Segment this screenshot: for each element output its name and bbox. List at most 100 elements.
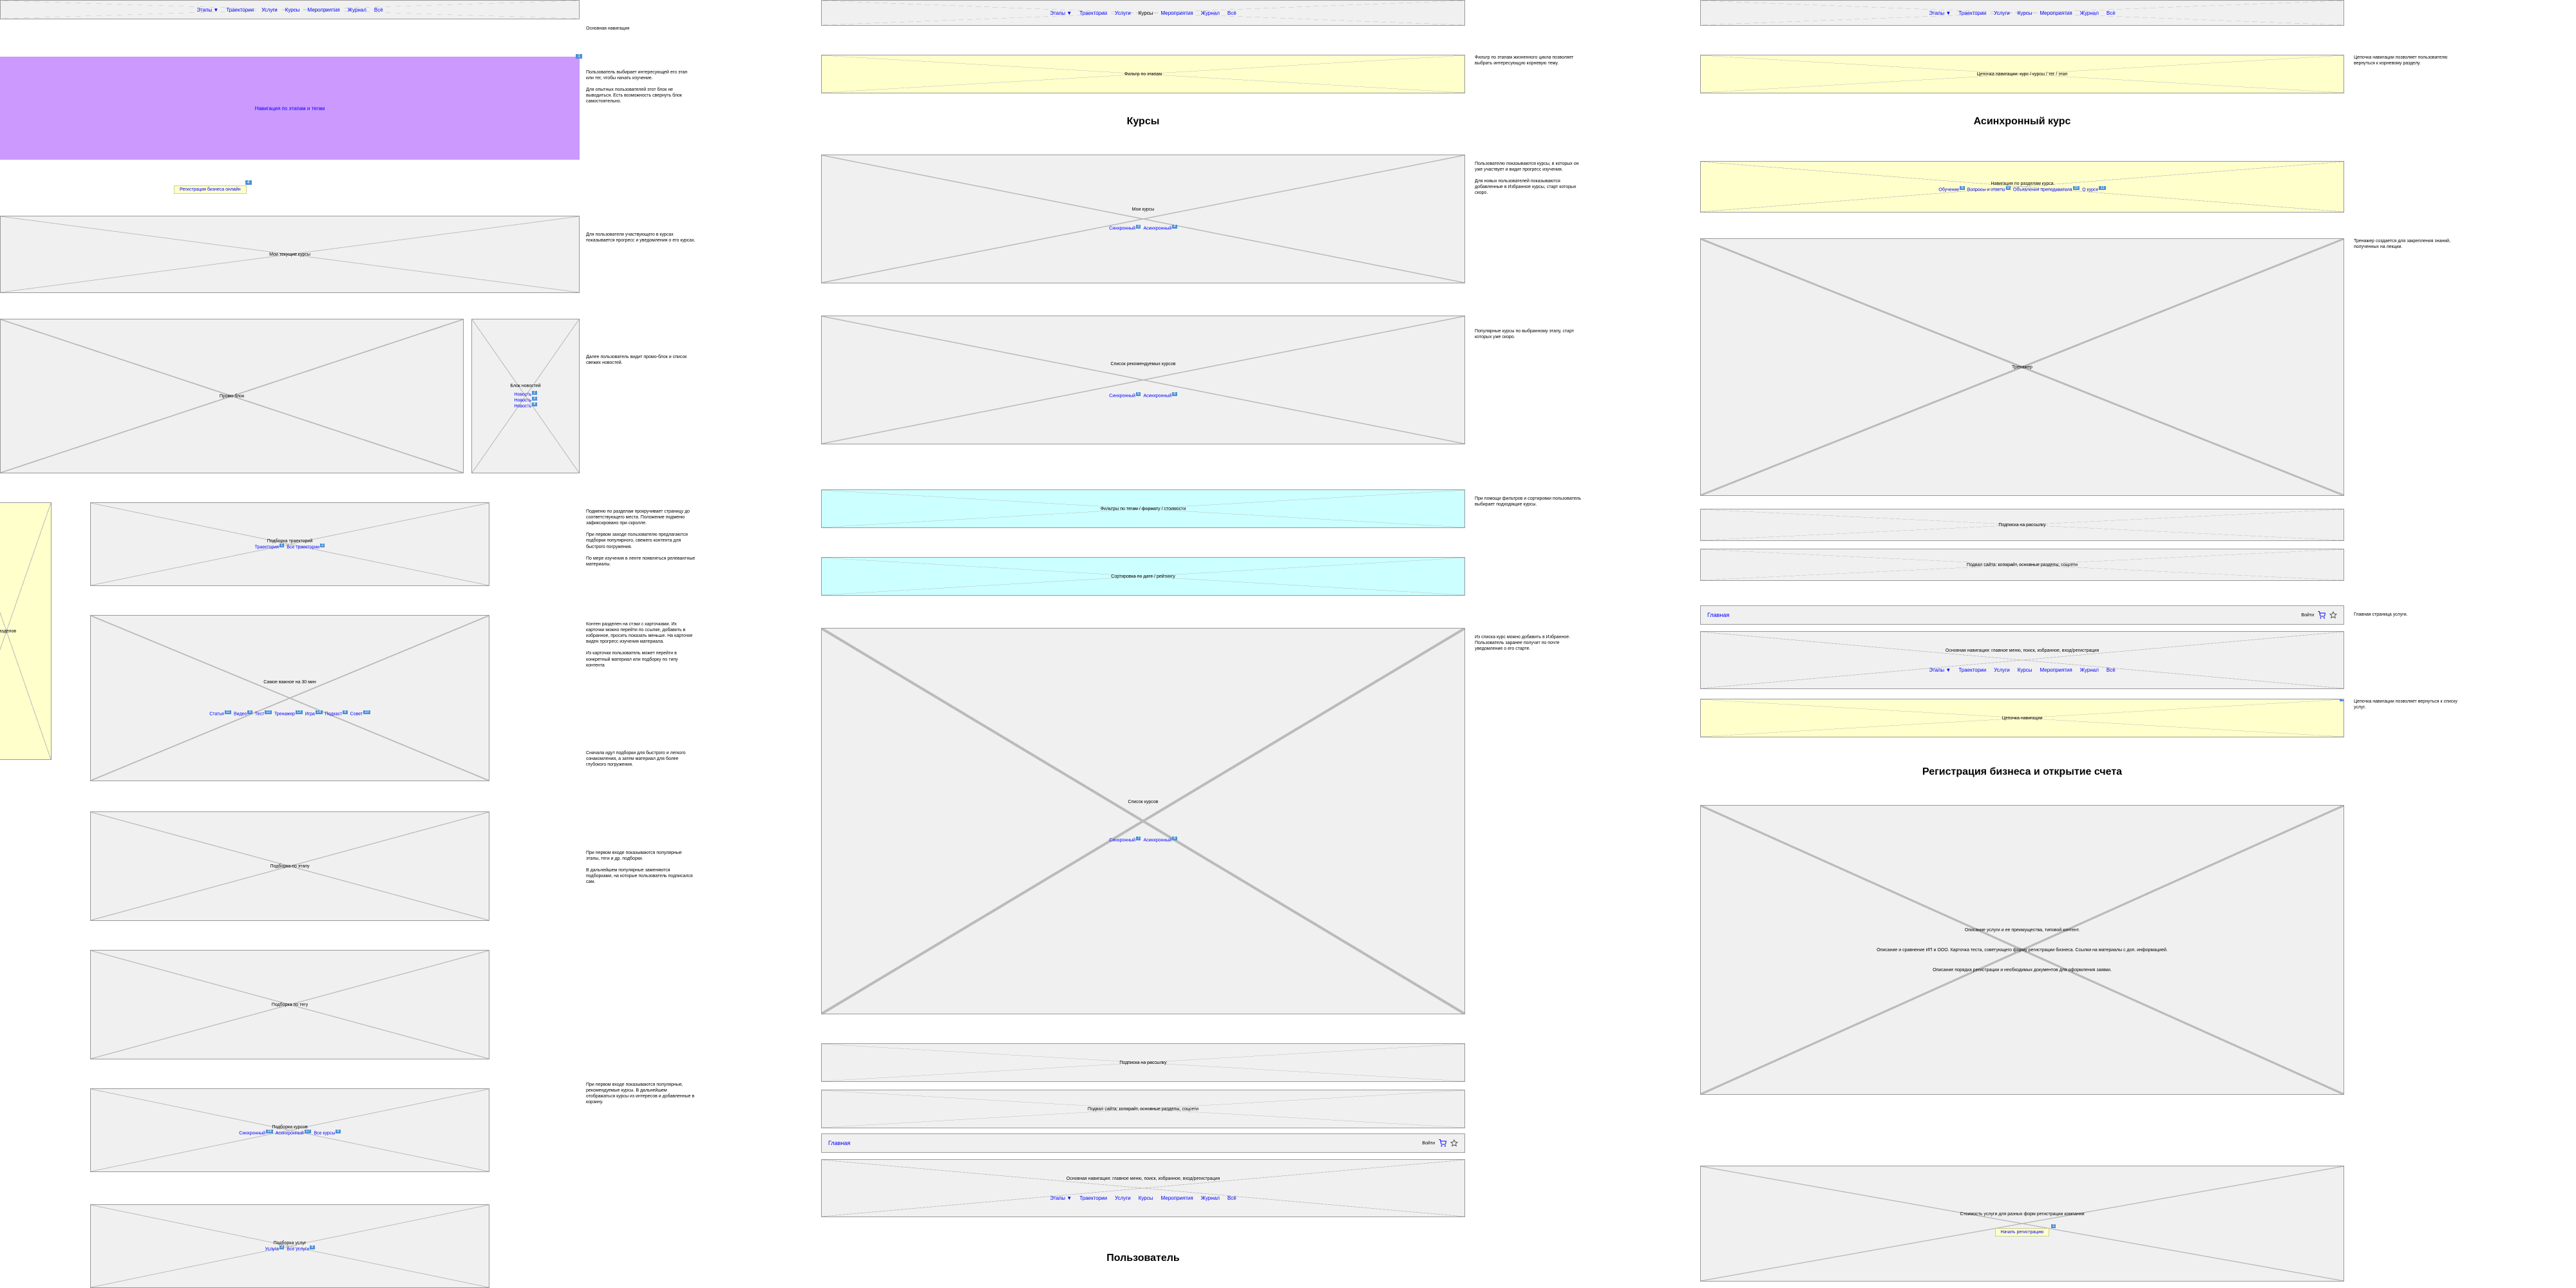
nav-zhurnal[interactable]: Журнал xyxy=(2080,667,2099,673)
nav-kursy[interactable]: Курсы xyxy=(2018,667,2032,673)
courses-block: Подборка курсов xyxy=(272,1125,307,1130)
sync-link[interactable]: Синхронный5 xyxy=(1109,392,1141,398)
nav-uslugi[interactable]: Услуги xyxy=(1994,10,2010,16)
nav-uslugi[interactable]: Услуги xyxy=(1994,667,2010,673)
nav-meropriyatiya[interactable]: Мероприятия xyxy=(2040,667,2072,673)
news-link[interactable]: Новость3 xyxy=(514,397,536,402)
async-link[interactable]: Асинхронный4 xyxy=(1143,225,1177,231)
service-desc-1: Описание услуги и ее преимущества, типов… xyxy=(1952,927,2093,934)
nav-traektorii[interactable]: Траектории xyxy=(1079,1195,1107,1201)
footer: Подвал сайта: копирайт, основные разделы… xyxy=(1088,1107,1198,1112)
tab-announcements[interactable]: Объявления преподавателя10 xyxy=(2013,186,2079,192)
nav-kursy[interactable]: Курсы xyxy=(1139,1195,1153,1201)
nav-etapy[interactable]: Этапы ▼ xyxy=(1050,10,1072,16)
all-services-link[interactable]: Все услуги4 xyxy=(287,1245,314,1251)
nav-tags-block[interactable]: Навигация по этапам и тегам xyxy=(255,106,325,111)
traektoriya-link[interactable]: Траектория1 xyxy=(255,544,285,549)
type-video[interactable]: Видео8 xyxy=(234,710,252,716)
all-courses-link[interactable]: Все курсы6 xyxy=(314,1130,340,1135)
nav-zhurnal[interactable]: Журнал xyxy=(348,7,366,13)
nav-uslugi[interactable]: Услуги xyxy=(1115,10,1131,16)
nav-zhurnal[interactable]: Журнал xyxy=(2080,10,2099,16)
subscribe[interactable]: Подписка на рассылку xyxy=(1119,1061,1166,1065)
mainnav-desc: Основная навигация: главное меню, поиск,… xyxy=(1933,647,2112,654)
nav-vse[interactable]: Всё xyxy=(2107,667,2116,673)
type-podcast[interactable]: Подкаст9 xyxy=(325,710,348,716)
type-game[interactable]: Игра14 xyxy=(305,710,323,716)
badge: 4 xyxy=(245,180,252,185)
ann-home: Главная страница услуги. xyxy=(2354,612,2463,618)
sync-course-link[interactable]: Синхронный16 xyxy=(239,1130,272,1135)
breadcrumb-chain[interactable]: Цепочка навигации xyxy=(2002,716,2043,721)
traektorii-block: Подборка траекторий xyxy=(267,539,312,544)
tab-qa[interactable]: Вопросы и ответы9 xyxy=(1967,186,2011,192)
nav-meropriyatiya[interactable]: Мероприятия xyxy=(1161,1195,1193,1201)
tab-about[interactable]: О курсе11 xyxy=(2082,186,2105,192)
nav-traektorii[interactable]: Траектории xyxy=(1958,667,1986,673)
nav-meropriyatiya[interactable]: Мероприятия xyxy=(308,7,340,13)
reg-title: Регистрация бизнеса и открытие счета xyxy=(1700,766,2344,778)
nav-etapy[interactable]: Этапы ▼ xyxy=(1929,10,1951,16)
cart-icon[interactable] xyxy=(1439,1139,1446,1147)
breadcrumb[interactable]: Цепочка навигации: курс / курсы / тег / … xyxy=(1977,72,2068,77)
async-link[interactable]: Асинхронный8 xyxy=(1143,837,1177,842)
cart-icon[interactable] xyxy=(2318,611,2325,619)
nav-kursy[interactable]: Курсы xyxy=(285,7,300,13)
ann-chain: Цепочка навигации позволяет вернуться к … xyxy=(2354,699,2463,710)
nav-vse[interactable]: Всё xyxy=(374,7,383,13)
sync-link[interactable]: Синхронный7 xyxy=(1109,837,1141,842)
subscribe[interactable]: Подписка на рассылку xyxy=(1998,523,2045,527)
type-advice[interactable]: Совет10 xyxy=(350,710,370,716)
nav-traektorii[interactable]: Траектории xyxy=(1958,10,1986,16)
nav-traektorii[interactable]: Траектории xyxy=(1079,10,1107,16)
register-business-btn[interactable]: Регистрация бизнеса онлайн xyxy=(174,185,247,194)
home-link[interactable]: Главная xyxy=(1707,612,1729,618)
nav-meropriyatiya[interactable]: Мероприятия xyxy=(1161,10,1193,16)
news-link[interactable]: Новость4 xyxy=(514,402,536,408)
nav-etapy[interactable]: Этапы ▼ xyxy=(1050,1195,1072,1201)
star-icon[interactable] xyxy=(2329,611,2337,619)
service-link[interactable]: Услуга3 xyxy=(265,1245,284,1251)
news-block: Блок новостей xyxy=(510,384,540,388)
page-title: Курсы xyxy=(821,116,1465,128)
recommended-courses: Список рекомендуемых курсов xyxy=(1111,362,1176,366)
nav-vse[interactable]: Всё xyxy=(1227,1195,1236,1201)
home-link[interactable]: Главная xyxy=(828,1140,850,1146)
type-test[interactable]: Тест12 xyxy=(255,710,272,716)
type-article[interactable]: Статья11 xyxy=(209,710,231,716)
async-course-link[interactable]: Асинхронный17 xyxy=(276,1130,312,1135)
my-courses: Мои курсы xyxy=(1132,207,1155,212)
badge: 1 xyxy=(2340,699,2344,701)
badge: 1 xyxy=(576,54,582,59)
tag-filter[interactable]: Фильтры по тегам / формату / стоимости xyxy=(1101,507,1186,511)
nav-etapy[interactable]: Этапы ▼ xyxy=(1929,667,1951,673)
async-link[interactable]: Асинхронный6 xyxy=(1143,392,1177,398)
nav-uslugi[interactable]: Услуги xyxy=(261,7,278,13)
nav-traektorii[interactable]: Траектории xyxy=(226,7,254,13)
stage-filter[interactable]: Фильтр по этапам xyxy=(1124,72,1162,77)
nav-vse[interactable]: Всё xyxy=(2107,10,2116,16)
start-registration-btn[interactable]: Начать регистрацию xyxy=(1995,1228,2050,1236)
nav-kursy-active[interactable]: Курсы xyxy=(1139,10,1153,16)
by-stage-block: Подборка по этапу xyxy=(270,864,309,869)
nav-zhurnal[interactable]: Журнал xyxy=(1201,10,1220,16)
sort[interactable]: Сортировка по дате / рейтингу xyxy=(1111,574,1175,579)
login-link[interactable]: Войти xyxy=(1422,1141,1435,1146)
nav-vse[interactable]: Всё xyxy=(1227,10,1236,16)
nav-zhurnal[interactable]: Журнал xyxy=(1201,1195,1220,1201)
news-link[interactable]: Новость2 xyxy=(514,391,536,397)
nav-kursy[interactable]: Курсы xyxy=(2018,10,2032,16)
nav-uslugi[interactable]: Услуги xyxy=(1115,1195,1131,1201)
type-trainer[interactable]: Тренажер13 xyxy=(274,710,303,716)
price-desc: Стоимость услуги для разных форм регистр… xyxy=(1947,1211,2097,1218)
nav-etapy[interactable]: Этапы ▼ xyxy=(196,7,218,13)
nav-meropriyatiya[interactable]: Мероприятия xyxy=(2040,10,2072,16)
all-traektorii-link[interactable]: Все траектории2 xyxy=(287,544,325,549)
tab-learning[interactable]: Обучение8 xyxy=(1938,186,1964,192)
trainer-block: Тренажер xyxy=(2012,365,2032,370)
section-nav-label: Навигация по разделам курса xyxy=(1991,182,2053,186)
ann-trainer: Тренажер создается для закрепления знани… xyxy=(2354,238,2463,250)
login-link[interactable]: Войти xyxy=(2301,613,2314,618)
sync-link[interactable]: Синхронный3 xyxy=(1109,225,1141,231)
star-icon[interactable] xyxy=(1450,1139,1458,1147)
